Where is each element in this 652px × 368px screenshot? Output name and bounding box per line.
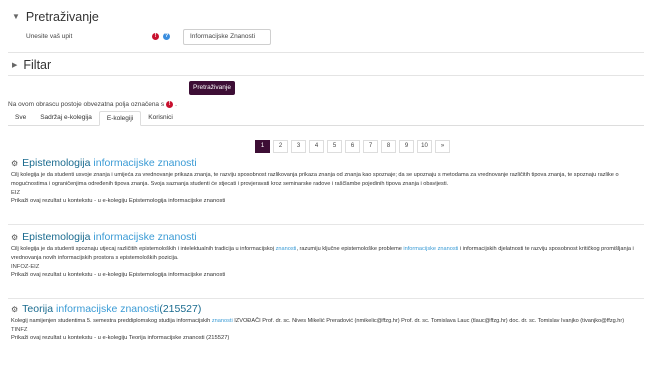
expand-caret-icon[interactable]: ▶ xyxy=(12,61,17,69)
page-3[interactable]: 3 xyxy=(291,140,306,153)
result-title-highlight[interactable]: informacijske znanosti xyxy=(93,157,196,169)
page-1[interactable]: 1 xyxy=(255,140,270,153)
page-6[interactable]: 6 xyxy=(345,140,360,153)
tab-courses[interactable]: E-kolegiji xyxy=(98,111,142,126)
tab-course-content[interactable]: Sadržaj e-kolegija xyxy=(33,111,99,125)
search-button[interactable]: Pretraživanje xyxy=(189,81,235,95)
page-4[interactable]: 4 xyxy=(309,140,324,153)
query-label: Unesite vaš upit xyxy=(26,33,73,40)
tab-users[interactable]: Korisnici xyxy=(141,111,180,125)
result-title-link[interactable]: ⚙ Epistemologija informacijske znanosti xyxy=(11,231,644,243)
course-icon: ⚙ xyxy=(11,304,19,314)
search-section-title: Pretraživanje xyxy=(25,10,99,24)
result-description: Cilj kolegija je da studenti spoznaju ut… xyxy=(11,246,634,261)
course-icon: ⚙ xyxy=(11,158,19,168)
filter-section-title: Filtar xyxy=(23,58,52,72)
result-title-link[interactable]: ⚙ Epistemologija informacijske znanosti xyxy=(11,157,644,169)
page-5[interactable]: 5 xyxy=(327,140,342,153)
required-note: Na ovom obrascu postoje obvezatna polja … xyxy=(8,101,177,108)
help-icon[interactable]: ? xyxy=(163,33,170,40)
next-page-button[interactable]: » xyxy=(435,140,450,153)
result-title-text[interactable]: Epistemologija xyxy=(22,157,90,169)
search-result: ⚙ Teorija informacijske znanosti (215527… xyxy=(11,303,644,341)
required-icon: ! xyxy=(166,101,174,108)
page-8[interactable]: 8 xyxy=(381,140,396,153)
filter-section-header[interactable]: ▶ Filtar xyxy=(12,58,51,72)
result-tabs: Sve Sadržaj e-kolegija E-kolegiji Korisn… xyxy=(8,111,644,126)
page-7[interactable]: 7 xyxy=(363,140,378,153)
result-context-link[interactable]: Prikaži ovaj rezultat u kontekstu - u e-… xyxy=(11,272,644,278)
result-code: TINFZ xyxy=(11,327,28,333)
result-separator xyxy=(8,298,644,299)
divider xyxy=(8,52,644,53)
result-separator xyxy=(8,224,644,225)
search-query-input[interactable] xyxy=(183,29,271,45)
result-code: EIZ xyxy=(11,190,21,196)
required-icon: ! xyxy=(152,33,159,40)
result-code: INFOZ-EIZ xyxy=(11,264,40,270)
page-9[interactable]: 9 xyxy=(399,140,414,153)
search-result: ⚙ Epistemologija informacijske znanosti … xyxy=(11,231,644,278)
tab-all[interactable]: Sve xyxy=(8,111,33,125)
search-result: ⚙ Epistemologija informacijske znanosti … xyxy=(11,157,644,204)
result-context-link[interactable]: Prikaži ovaj rezultat u kontekstu - u e-… xyxy=(11,198,644,204)
collapse-caret-icon[interactable]: ▼ xyxy=(12,12,20,21)
pagination: 1 2 3 4 5 6 7 8 9 10 » xyxy=(255,140,450,153)
result-title-highlight[interactable]: informacijske znanosti xyxy=(56,303,159,315)
page-2[interactable]: 2 xyxy=(273,140,288,153)
result-description: Kolegij namijenjen studentima 5. semestr… xyxy=(11,318,625,324)
search-section-header[interactable]: ▼ Pretraživanje xyxy=(12,10,99,24)
required-note-text: Na ovom obrascu postoje obvezatna polja … xyxy=(8,101,165,108)
result-description: Cilj kolegija je da studenti usvoje znan… xyxy=(11,172,619,187)
result-title-text[interactable]: Epistemologija xyxy=(22,231,90,243)
divider xyxy=(8,75,644,76)
result-context-link[interactable]: Prikaži ovaj rezultat u kontekstu - u e-… xyxy=(11,335,644,341)
result-title-link[interactable]: ⚙ Teorija informacijske znanosti (215527… xyxy=(11,303,644,315)
course-icon: ⚙ xyxy=(11,232,19,242)
result-title-suffix[interactable]: (215527) xyxy=(159,303,201,315)
page-10[interactable]: 10 xyxy=(417,140,432,153)
result-title-highlight[interactable]: informacijske znanosti xyxy=(93,231,196,243)
result-title-text[interactable]: Teorija xyxy=(22,303,53,315)
